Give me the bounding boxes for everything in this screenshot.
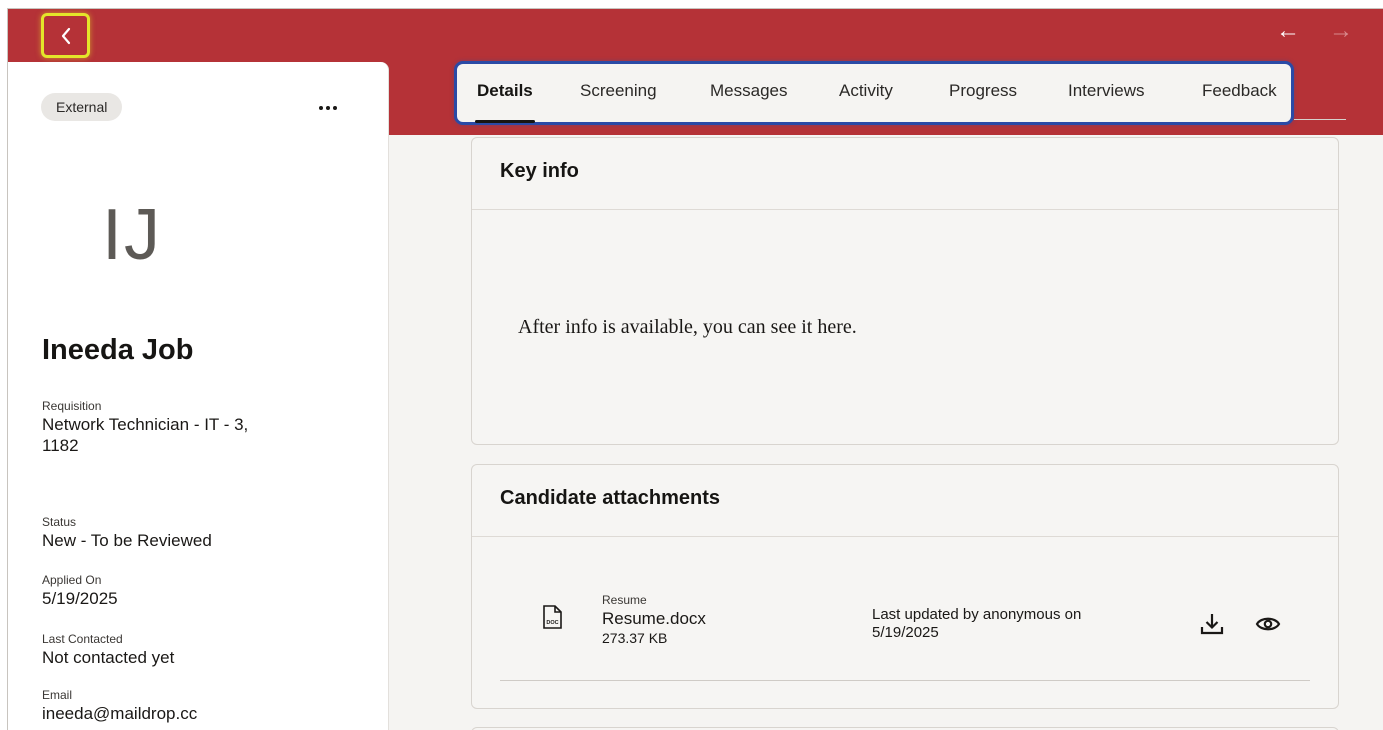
last-updated-date: 5/19/2025 <box>872 624 939 641</box>
ellipsis-icon <box>319 106 323 110</box>
last-updated-text: Last updated by anonymous on <box>872 606 1082 623</box>
field-value: New - To be Reviewed <box>42 531 212 550</box>
key-info-title: Key info <box>500 160 579 182</box>
source-badge: External <box>41 93 123 121</box>
key-info-card: Key info After info is available, you ca… <box>471 137 1339 445</box>
divider <box>472 209 1338 210</box>
download-button[interactable] <box>1199 611 1225 637</box>
empty-state-message: After info is available, you can see it … <box>518 316 857 338</box>
more-actions-button[interactable] <box>313 100 343 116</box>
back-button[interactable] <box>41 13 90 58</box>
requisition-id[interactable]: 1182 <box>42 435 248 456</box>
requisition-field: Requisition Network Technician - IT - 3,… <box>42 398 248 456</box>
tab-bar: Details Screening Messages Activity Prog… <box>454 61 1294 125</box>
attachment-size: 273.37 KB <box>602 630 668 646</box>
field-label: Last Contacted <box>42 632 123 646</box>
divider <box>472 536 1338 537</box>
app-window: ← → External IJ Ineeda Job Requisition N… <box>7 8 1383 730</box>
tab-screening[interactable]: Screening <box>580 64 657 122</box>
field-label: Requisition <box>42 399 102 413</box>
field-label: Status <box>42 515 77 529</box>
field-value: Not contacted yet <box>42 648 175 667</box>
attachments-card: Candidate attachments DOC Resume Resume.… <box>471 464 1339 709</box>
attachment-info: Resume Resume.docx 273.37 KB <box>602 592 706 647</box>
applied-on-field: Applied On 5/19/2025 <box>42 572 118 609</box>
email-link[interactable]: ineeda@maildrop.cc <box>42 703 197 724</box>
email-field: Email ineeda@maildrop.cc <box>42 687 197 724</box>
chevron-left-icon <box>61 27 70 44</box>
candidate-summary-panel: External IJ Ineeda Job Requisition Netwo… <box>8 62 389 730</box>
last-contacted-field: Last Contacted Not contacted yet <box>42 631 174 668</box>
file-type-label: DOC <box>546 620 558 626</box>
field-label: Applied On <box>42 573 102 587</box>
tab-messages[interactable]: Messages <box>710 64 787 122</box>
eye-icon <box>1255 617 1281 631</box>
previous-candidate-button[interactable]: ← <box>1276 19 1300 43</box>
requisition-link[interactable]: Network Technician - IT - 3, <box>42 414 248 435</box>
download-icon <box>1200 614 1224 635</box>
attachment-type: Resume <box>602 593 647 607</box>
status-field: Status New - To be Reviewed <box>42 514 212 551</box>
tab-details[interactable]: Details <box>475 64 535 123</box>
attachment-last-updated: Last updated by anonymous on 5/19/2025 <box>872 606 1132 642</box>
view-button[interactable] <box>1255 611 1281 637</box>
avatar-initials: IJ <box>102 195 163 275</box>
tab-activity[interactable]: Activity <box>839 64 893 122</box>
attachments-title: Candidate attachments <box>500 487 721 509</box>
tab-interviews[interactable]: Interviews <box>1068 64 1145 122</box>
attachment-name-link[interactable]: Resume.docx <box>602 608 706 629</box>
tab-progress[interactable]: Progress <box>949 64 1017 122</box>
candidate-name: Ineeda Job <box>42 334 194 366</box>
field-label: Email <box>42 688 73 702</box>
divider <box>500 680 1310 681</box>
doc-file-icon: DOC <box>543 605 562 629</box>
field-value: 5/19/2025 <box>42 589 118 608</box>
next-candidate-button[interactable]: → <box>1329 19 1353 43</box>
tab-divider <box>1294 119 1346 120</box>
tab-feedback[interactable]: Feedback <box>1202 64 1277 122</box>
